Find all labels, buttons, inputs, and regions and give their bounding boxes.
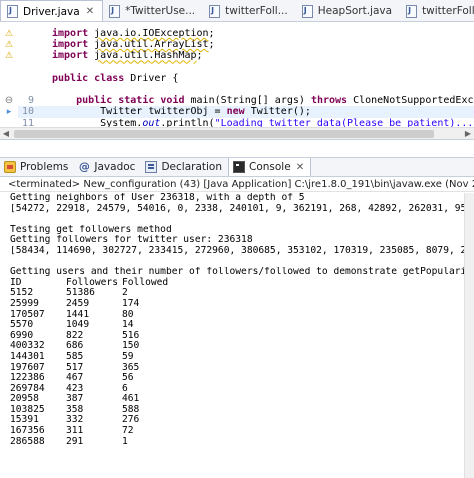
- editor-gutter: ⚠ ⚠ ⚠ ⊖ ▸: [0, 22, 18, 139]
- table-row: 25999 2459 174: [10, 297, 474, 310]
- table-cell: 1: [122, 435, 128, 447]
- table-cell: 72: [122, 425, 134, 437]
- line-number: [18, 39, 34, 50]
- java-file-icon: J: [7, 5, 18, 18]
- view-tab-problems[interactable]: Problems: [0, 158, 74, 176]
- problems-icon: [4, 161, 16, 173]
- editor-tab-2[interactable]: JtwitterFoll...: [203, 0, 296, 21]
- table-cell: 174: [122, 297, 140, 309]
- editor-tab-1[interactable]: J *TwitterUse...: [103, 0, 203, 21]
- scroll-left-icon[interactable]: ◀: [0, 128, 12, 139]
- code-line: 9 public static void main(String[] args)…: [18, 95, 474, 106]
- java-file-icon: J: [209, 4, 221, 18]
- table-row: 144301 585 59: [10, 350, 474, 363]
- table-cell: 585: [66, 350, 84, 362]
- editor-horizontal-scrollbar[interactable]: ◀ ▶: [0, 127, 474, 139]
- console-line: [58434, 114690, 302727, 233415, 272960, …: [10, 245, 474, 256]
- quick-diff-icon: ▸: [6, 107, 12, 117]
- code-line: import java.util.HashMap;: [18, 50, 474, 61]
- editor-tab-label: HeapSort.java: [317, 5, 393, 17]
- line-number: [18, 62, 34, 73]
- console-icon: [233, 161, 245, 173]
- code-text: public static void main(String[] args) t…: [76, 95, 474, 107]
- editor-tab-3[interactable]: J HeapSort.java: [296, 0, 400, 21]
- view-tab-label: Console: [249, 161, 291, 173]
- console-launch-info: <terminated> New_configuration (43) [Jav…: [0, 177, 474, 192]
- code-line: import java.io.IOException;: [18, 28, 474, 39]
- view-tab-declaration[interactable]: Declaration: [141, 158, 228, 176]
- code-text: Twitter twitterObj = new Twitter();: [52, 106, 311, 118]
- table-cell: 144301: [10, 350, 45, 362]
- java-file-icon: J: [301, 4, 313, 18]
- table-cell: 286588: [10, 435, 45, 447]
- javadoc-icon: @: [78, 160, 90, 173]
- java-file-icon: J: [109, 4, 121, 18]
- code-line: [18, 84, 474, 95]
- console-line: [54272, 22918, 24579, 54016, 0, 2338, 24…: [10, 203, 474, 214]
- editor-tab-label: *TwitterUse...: [125, 5, 196, 17]
- table-cell: 2459: [66, 297, 90, 309]
- code-text: import java.util.ArrayList;: [52, 39, 215, 51]
- code-editor[interactable]: ⚠ ⚠ ⚠ ⊖ ▸ import java.io.IOException; imp…: [0, 22, 474, 140]
- view-tab-label: Problems: [20, 161, 69, 173]
- view-tab-label: Declaration: [161, 161, 222, 173]
- code-line: 10 Twitter twitterObj = new Twitter();: [18, 106, 474, 118]
- console-line: Testing get followers method: [10, 224, 172, 235]
- view-tab-javadoc[interactable]: @ Javadoc: [74, 158, 141, 176]
- console-line: Getting followers for twitter user: 2363…: [10, 235, 253, 246]
- code-text: import java.util.HashMap;: [52, 50, 203, 62]
- code-line: import java.util.ArrayList;: [18, 39, 474, 50]
- editor-tab-label: twitterFoll...: [225, 5, 288, 17]
- table-cell: 56: [122, 372, 134, 384]
- code-lines: import java.io.IOException; import java.u…: [18, 28, 474, 139]
- code-line: [18, 62, 474, 73]
- code-text: public class Driver {: [52, 72, 179, 84]
- java-file-icon: J: [406, 4, 418, 18]
- line-number: [18, 84, 34, 95]
- view-tab-label: Javadoc: [94, 161, 136, 173]
- view-tab-bar: Problems @ Javadoc Declaration Console ✕: [0, 157, 474, 177]
- scroll-right-icon[interactable]: ▶: [462, 128, 474, 139]
- editor-tab-bar: J Driver.java ✕ J *TwitterUse... JtwitterFoll…: [0, 0, 474, 22]
- console-table-heading: Followed: [122, 276, 169, 288]
- code-line: public class Driver {: [18, 73, 474, 84]
- table-cell: 59: [122, 350, 134, 362]
- line-number: 10: [21, 106, 34, 118]
- console-output[interactable]: Getting neighbors of User 236318, with a…: [0, 193, 474, 478]
- warning-icon[interactable]: ⚠: [3, 50, 15, 62]
- code-text: import java.io.IOException;: [52, 28, 215, 39]
- close-icon[interactable]: ✕: [296, 162, 304, 173]
- console-vertical-scrollbar[interactable]: [464, 193, 474, 478]
- editor-tab-4[interactable]: JtwitterFoll...: [400, 0, 474, 21]
- scrollbar-thumb[interactable]: [14, 130, 434, 138]
- table-cell: 25999: [10, 297, 39, 309]
- line-number: [18, 28, 34, 39]
- close-icon[interactable]: ✕: [86, 6, 94, 17]
- line-number: [18, 50, 34, 61]
- line-number: 9: [27, 95, 34, 107]
- editor-tab-label: Driver.java: [23, 5, 80, 18]
- view-tab-console[interactable]: Console ✕: [228, 158, 312, 176]
- editor-tab-0[interactable]: J Driver.java ✕: [0, 0, 104, 21]
- declaration-icon: [145, 161, 158, 173]
- line-number: [18, 73, 34, 84]
- console-line: Getting neighbors of User 236318, with a…: [10, 193, 305, 203]
- editor-tab-label: twitterFoll...: [422, 5, 474, 17]
- table-row: 286588 291 1: [10, 435, 474, 448]
- table-cell: 291: [66, 435, 84, 447]
